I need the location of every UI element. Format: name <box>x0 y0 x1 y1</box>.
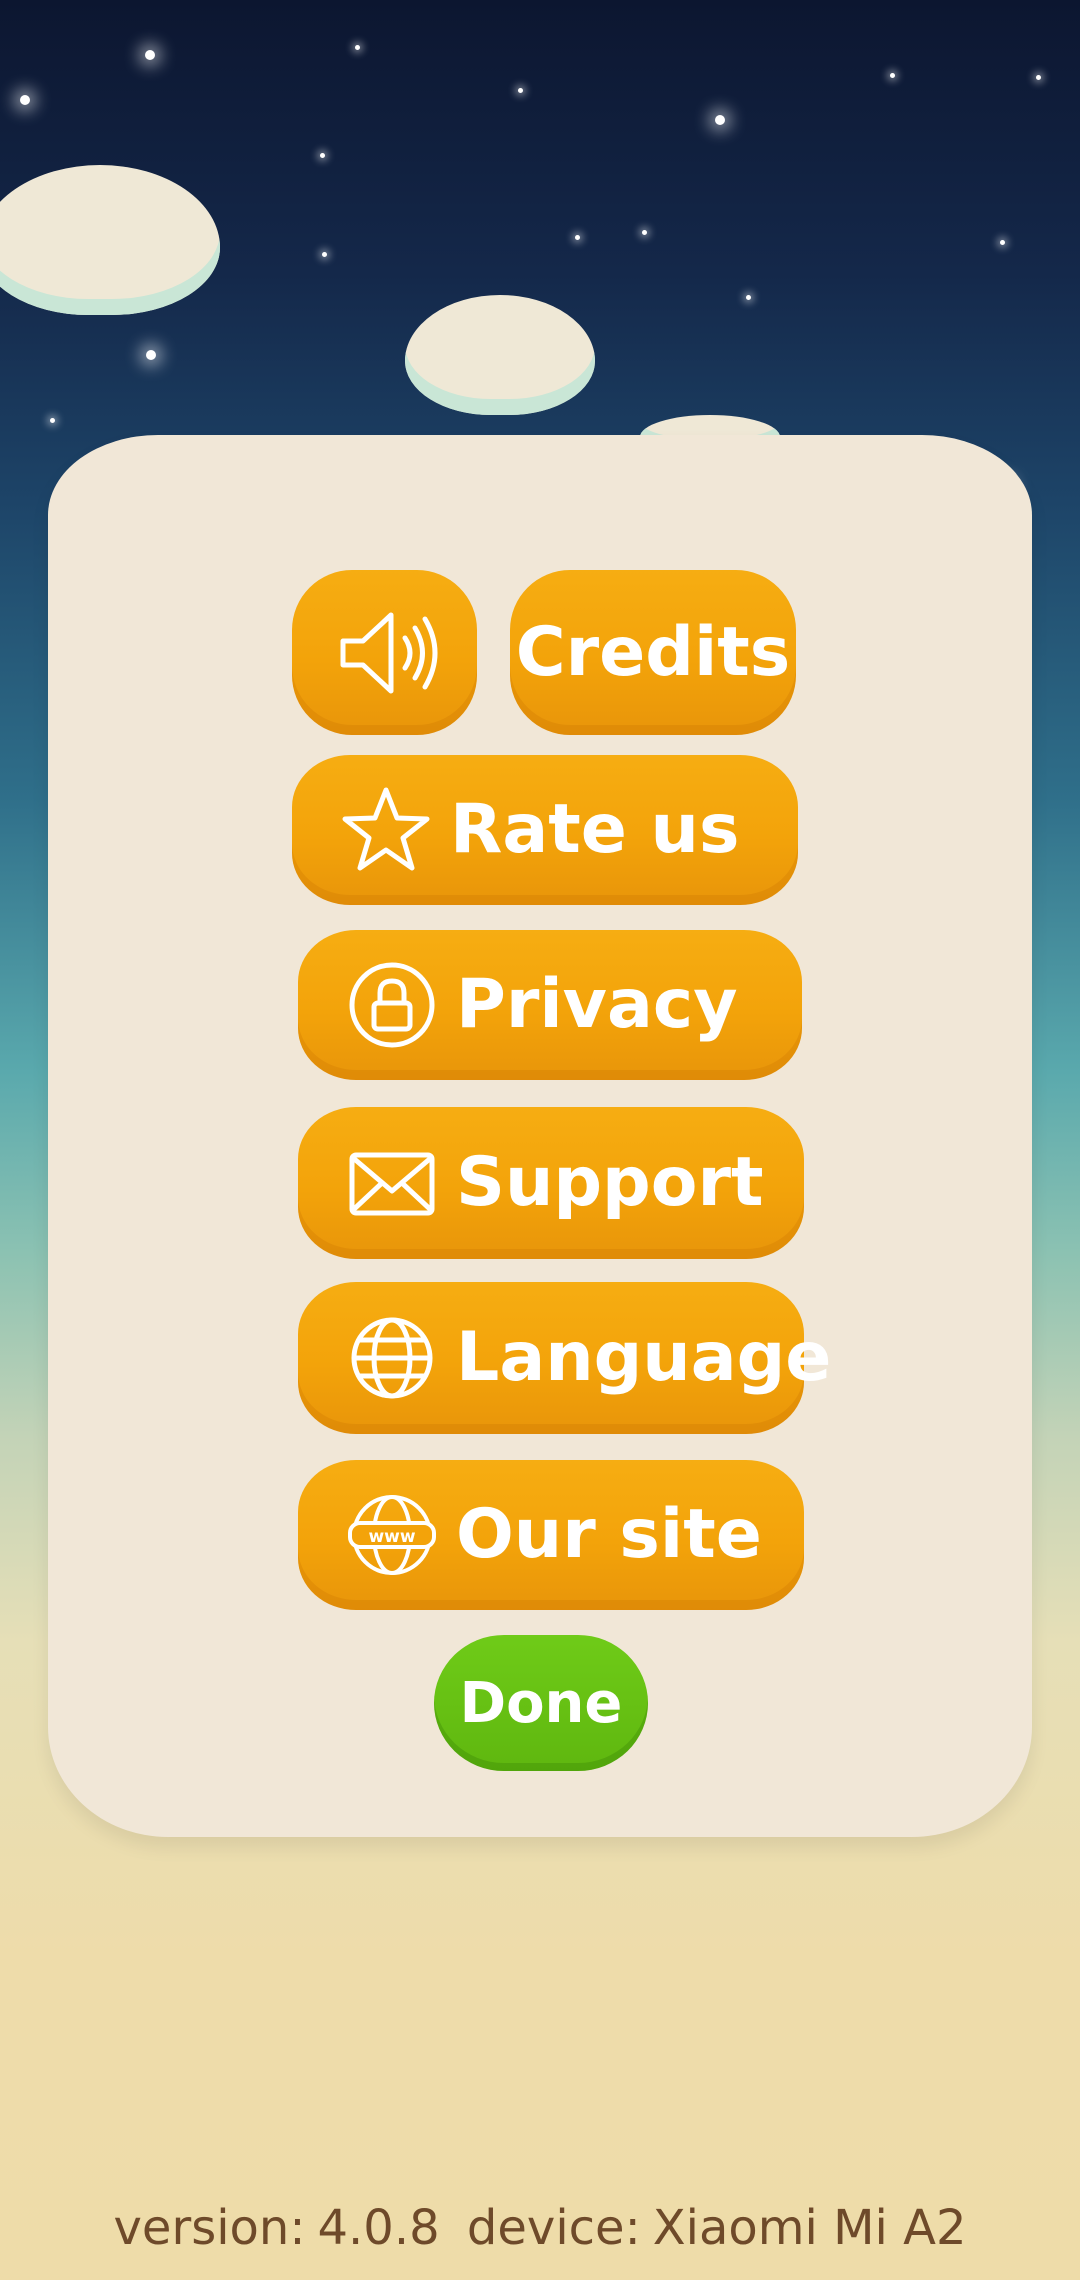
device-label: device: <box>466 2200 641 2256</box>
cloud-decoration <box>0 165 220 315</box>
sound-toggle-button[interactable] <box>292 570 477 735</box>
star-icon <box>340 784 432 876</box>
our-site-label: Our site <box>456 1495 762 1574</box>
star-decoration <box>355 45 360 50</box>
language-label: Language <box>456 1318 832 1397</box>
support-label: Support <box>456 1143 764 1222</box>
star-decoration <box>320 153 325 158</box>
www-globe-icon: www <box>346 1489 438 1581</box>
version-label: version: <box>113 2200 306 2256</box>
star-decoration <box>746 295 751 300</box>
star-decoration <box>575 235 580 240</box>
envelope-icon <box>346 1137 438 1229</box>
credits-button[interactable]: Credits <box>510 570 796 735</box>
lock-icon <box>346 959 438 1051</box>
star-decoration <box>1036 75 1041 80</box>
star-decoration <box>50 418 55 423</box>
done-button[interactable]: Done <box>434 1635 648 1771</box>
done-label: Done <box>459 1670 623 1736</box>
support-button[interactable]: Support <box>298 1107 804 1259</box>
cloud-decoration <box>405 295 595 415</box>
version-value: 4.0.8 <box>317 2200 440 2256</box>
version-info: version: 4.0.8 device: Xiaomi Mi A2 <box>0 2200 1080 2256</box>
privacy-label: Privacy <box>456 965 738 1044</box>
rate-us-button[interactable]: Rate us <box>292 755 798 905</box>
credits-label: Credits <box>515 612 791 692</box>
star-decoration <box>890 73 895 78</box>
speaker-sound-icon <box>325 593 445 713</box>
star-decoration <box>322 252 327 257</box>
star-decoration <box>642 230 647 235</box>
device-value: Xiaomi Mi A2 <box>652 2200 967 2256</box>
rate-us-label: Rate us <box>450 790 740 869</box>
star-decoration <box>715 115 725 125</box>
star-decoration <box>145 50 155 60</box>
star-decoration <box>20 95 30 105</box>
language-button[interactable]: Language <box>298 1282 831 1434</box>
star-decoration <box>1000 240 1005 245</box>
privacy-button[interactable]: Privacy <box>298 930 802 1080</box>
globe-icon <box>346 1312 438 1404</box>
star-decoration <box>146 350 156 360</box>
star-decoration <box>518 88 523 93</box>
our-site-button[interactable]: www Our site <box>298 1460 804 1610</box>
svg-text:www: www <box>368 1527 415 1547</box>
